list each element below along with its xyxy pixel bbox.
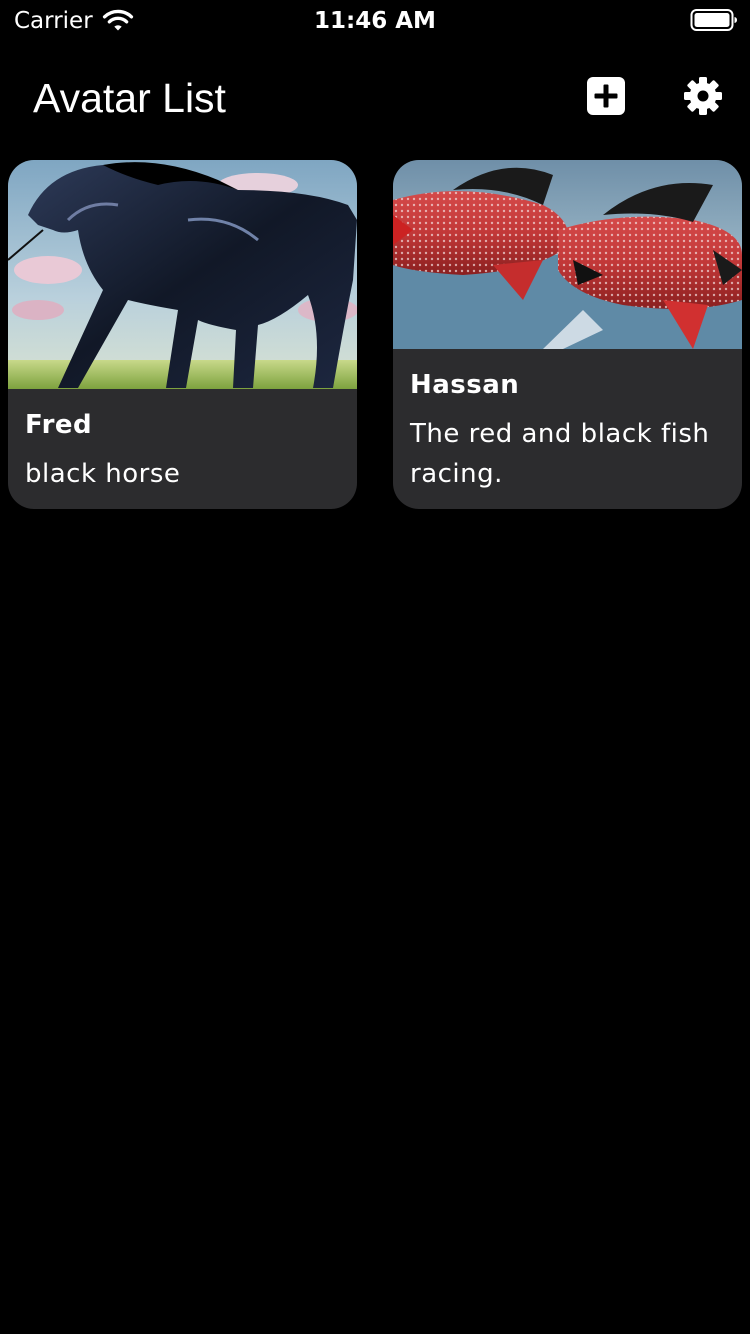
- battery-full-icon: [690, 9, 737, 31]
- avatar-image-horse: [8, 160, 357, 389]
- avatar-image-fish: [393, 160, 742, 349]
- status-bar: Carrier 11:46 AM: [0, 0, 750, 40]
- page-title: Avatar List: [33, 75, 226, 121]
- add-avatar-button[interactable]: [583, 73, 629, 119]
- avatar-card-hassan[interactable]: Hassan The red and black fish racing.: [393, 160, 742, 509]
- avatar-description: The red and black fish racing.: [410, 419, 710, 489]
- avatar-name: Hassan: [410, 370, 520, 400]
- plus-square-icon: [587, 77, 625, 115]
- settings-button[interactable]: [680, 73, 726, 119]
- nav-header: Avatar List: [0, 60, 750, 140]
- avatar-name: Fred: [25, 410, 93, 440]
- status-time: 11:46 AM: [314, 8, 436, 34]
- avatar-description: black horse: [25, 459, 181, 489]
- gear-icon: [684, 77, 722, 115]
- avatar-card-fred[interactable]: Fred black horse: [8, 160, 357, 509]
